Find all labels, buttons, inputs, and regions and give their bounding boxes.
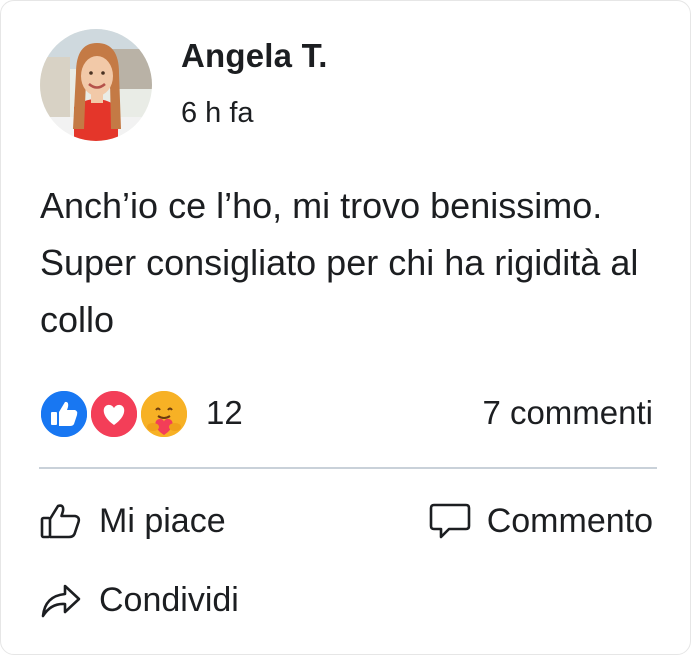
avatar[interactable]: [40, 29, 152, 141]
thumbs-up-icon: [39, 501, 83, 541]
divider: [39, 467, 657, 469]
reaction-count[interactable]: 12: [206, 394, 243, 432]
reaction-icons[interactable]: [39, 389, 189, 439]
post-time[interactable]: 6 h fa: [181, 97, 254, 130]
like-icon: [39, 389, 89, 439]
comment-card: Angela T. 6 h fa Anch’io ce l’ho, mi tro…: [0, 0, 691, 655]
like-button[interactable]: Mi piace: [39, 501, 226, 541]
love-icon: [89, 389, 139, 439]
comment-text: Anch’io ce l’ho, mi trovo benissimo. Sup…: [40, 185, 639, 340]
speech-bubble-icon: [429, 501, 471, 541]
care-icon: [139, 389, 189, 439]
comments-count[interactable]: 7 commenti: [482, 394, 653, 432]
share-button[interactable]: Condividi: [39, 580, 239, 620]
share-arrow-icon: [39, 580, 83, 620]
comment-label: Commento: [486, 501, 653, 540]
like-label: Mi piace: [99, 501, 226, 540]
author-name[interactable]: Angela T.: [181, 37, 328, 75]
comment-button[interactable]: Commento: [429, 501, 653, 541]
share-label: Condividi: [99, 580, 239, 619]
